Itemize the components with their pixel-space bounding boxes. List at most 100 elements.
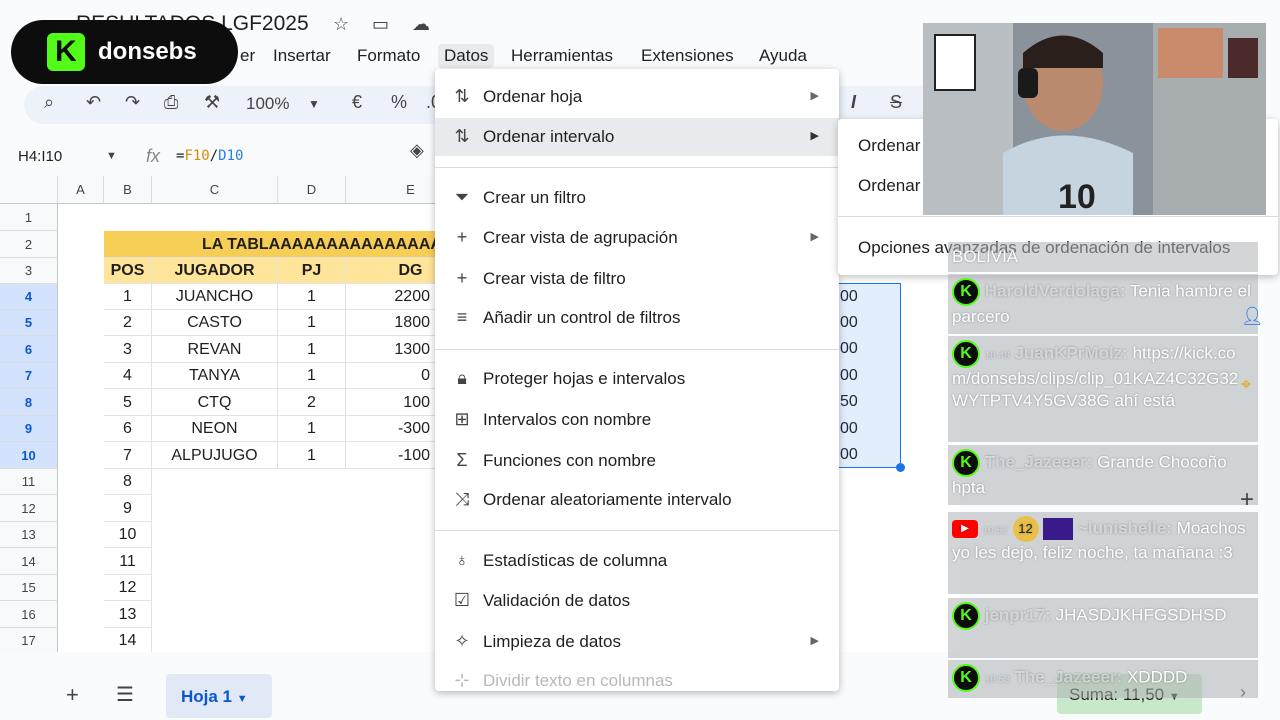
- pos-cell[interactable]: 9: [104, 495, 152, 522]
- row-header[interactable]: 14: [0, 548, 58, 575]
- row-header[interactable]: 1: [0, 204, 58, 231]
- pj-cell[interactable]: 2: [278, 389, 346, 416]
- row-header[interactable]: 5: [0, 310, 58, 336]
- pos-cell[interactable]: 6: [104, 416, 152, 442]
- zoom-select[interactable]: 100%: [246, 94, 289, 114]
- menu-herramientas[interactable]: Herramientas: [505, 44, 619, 68]
- menu-ver[interactable]: er: [234, 44, 261, 68]
- chevron-down-icon[interactable]: ▼: [308, 97, 320, 111]
- header-cell[interactable]: JUGADOR: [152, 258, 278, 284]
- submenu-item-ordenar-az[interactable]: Ordenar: [858, 136, 920, 156]
- italic-icon[interactable]: I: [851, 92, 856, 113]
- dg-cell[interactable]: 2200: [346, 284, 436, 310]
- dg-cell[interactable]: 0: [346, 363, 436, 389]
- fill-handle[interactable]: [896, 463, 905, 472]
- dg-cell[interactable]: 1800: [346, 310, 436, 336]
- row-header[interactable]: 7: [0, 363, 58, 389]
- row-header[interactable]: 15: [0, 575, 58, 601]
- row-header[interactable]: 9: [0, 416, 58, 442]
- row-header[interactable]: 11: [0, 469, 58, 495]
- menu-item-intervalos-nombre[interactable]: ⊞ Intervalos con nombre: [435, 401, 839, 439]
- row-header[interactable]: 12: [0, 495, 58, 522]
- submenu-item-ordenar-za[interactable]: Ordenar: [858, 176, 920, 196]
- dg-cell[interactable]: 100: [346, 389, 436, 416]
- menu-extensiones[interactable]: Extensiones: [635, 44, 740, 68]
- column-header[interactable]: C: [152, 176, 278, 204]
- menu-item-validacion[interactable]: ☑ Validación de datos: [435, 582, 839, 620]
- menu-item-funciones-nombre[interactable]: Σ Funciones con nombre: [435, 442, 839, 480]
- jugador-cell[interactable]: JUANCHO: [152, 284, 278, 310]
- jugador-cell[interactable]: CASTO: [152, 310, 278, 336]
- fill-color-icon[interactable]: ◈: [410, 140, 424, 161]
- row-header[interactable]: 13: [0, 522, 58, 548]
- row-header[interactable]: 16: [0, 601, 58, 628]
- menu-item-estadisticas[interactable]: ♁ Estadísticas de columna: [435, 542, 839, 580]
- pos-cell[interactable]: 2: [104, 310, 152, 336]
- menu-item-proteger[interactable]: 🔒︎ Proteger hojas e intervalos: [435, 360, 839, 398]
- pos-cell[interactable]: 13: [104, 601, 152, 628]
- pos-cell[interactable]: 8: [104, 469, 152, 495]
- menu-datos[interactable]: Datos: [438, 44, 495, 68]
- menu-insertar[interactable]: Insertar: [267, 44, 337, 68]
- cloud-status-icon[interactable]: ☁: [412, 14, 430, 35]
- select-all-corner[interactable]: [0, 176, 58, 204]
- pj-cell[interactable]: 1: [278, 363, 346, 389]
- pj-cell[interactable]: 1: [278, 416, 346, 442]
- move-folder-icon[interactable]: ▭: [372, 14, 389, 35]
- print-icon[interactable]: ⎙: [164, 92, 178, 113]
- add-addon-icon[interactable]: +: [1240, 486, 1254, 514]
- menu-item-ordenar-hoja[interactable]: ⇅ Ordenar hoja ▶: [435, 78, 839, 116]
- all-sheets-icon[interactable]: ☰: [116, 682, 134, 707]
- dg-cell[interactable]: -100: [346, 442, 436, 469]
- jugador-cell[interactable]: CTQ: [152, 389, 278, 416]
- pos-cell[interactable]: 12: [104, 575, 152, 601]
- row-header[interactable]: 3: [0, 258, 58, 284]
- row-header[interactable]: 17: [0, 628, 58, 652]
- pj-cell[interactable]: 1: [278, 336, 346, 363]
- menu-item-dividir-texto[interactable]: ⊹ Dividir texto en columnas: [435, 662, 839, 691]
- row-header[interactable]: 4: [0, 284, 58, 310]
- name-box[interactable]: H4:I10: [18, 148, 62, 165]
- contacts-icon[interactable]: 👤︎: [1241, 306, 1264, 327]
- column-header[interactable]: D: [278, 176, 346, 204]
- row-header[interactable]: 2: [0, 231, 58, 258]
- row-header[interactable]: 6: [0, 336, 58, 363]
- sheet-tab[interactable]: Hoja 1 ▼: [166, 674, 272, 718]
- pj-cell[interactable]: 1: [278, 284, 346, 310]
- pj-cell[interactable]: 1: [278, 310, 346, 336]
- currency-button[interactable]: €: [352, 92, 362, 113]
- redo-icon[interactable]: ↷: [125, 92, 140, 113]
- add-sheet-icon[interactable]: +: [66, 682, 79, 708]
- table-title-cell[interactable]: LA TABLAAAAAAAAAAAAAAA: [104, 231, 476, 258]
- pos-cell[interactable]: 11: [104, 548, 152, 575]
- percent-button[interactable]: %: [391, 92, 407, 113]
- undo-icon[interactable]: ↶: [86, 92, 101, 113]
- menu-item-vista-filtro[interactable]: + Crear vista de filtro: [435, 260, 839, 298]
- search-icon[interactable]: ⌕: [44, 92, 54, 113]
- menu-item-control-filtros[interactable]: ≡ Añadir un control de filtros: [435, 299, 839, 337]
- jugador-cell[interactable]: NEON: [152, 416, 278, 442]
- menu-item-vista-agrupacion[interactable]: + Crear vista de agrupación ▶: [435, 219, 839, 257]
- chevron-down-icon[interactable]: ▼: [237, 693, 248, 705]
- menu-ayuda[interactable]: Ayuda: [753, 44, 813, 68]
- menu-item-aleatorio[interactable]: ⤨ Ordenar aleatoriamente intervalo: [435, 481, 839, 519]
- paint-format-icon[interactable]: ⚒: [204, 92, 220, 113]
- pos-cell[interactable]: 1: [104, 284, 152, 310]
- pos-cell[interactable]: 14: [104, 628, 152, 652]
- pj-cell[interactable]: 1: [278, 442, 346, 469]
- header-cell[interactable]: POS: [104, 258, 152, 284]
- chevron-down-icon[interactable]: ▼: [106, 150, 117, 162]
- header-cell[interactable]: PJ: [278, 258, 346, 284]
- dg-cell[interactable]: 1300: [346, 336, 436, 363]
- maps-icon[interactable]: ⌖: [1241, 374, 1251, 395]
- jugador-cell[interactable]: ALPUJUGO: [152, 442, 278, 469]
- row-header[interactable]: 8: [0, 389, 58, 416]
- menu-formato[interactable]: Formato: [351, 44, 426, 68]
- formula-input[interactable]: =F10/D10: [176, 148, 243, 164]
- star-icon[interactable]: ☆: [333, 14, 349, 35]
- column-header[interactable]: A: [58, 176, 104, 204]
- strikethrough-icon[interactable]: S: [890, 92, 902, 113]
- jugador-cell[interactable]: REVAN: [152, 336, 278, 363]
- pos-cell[interactable]: 4: [104, 363, 152, 389]
- pos-cell[interactable]: 10: [104, 522, 152, 548]
